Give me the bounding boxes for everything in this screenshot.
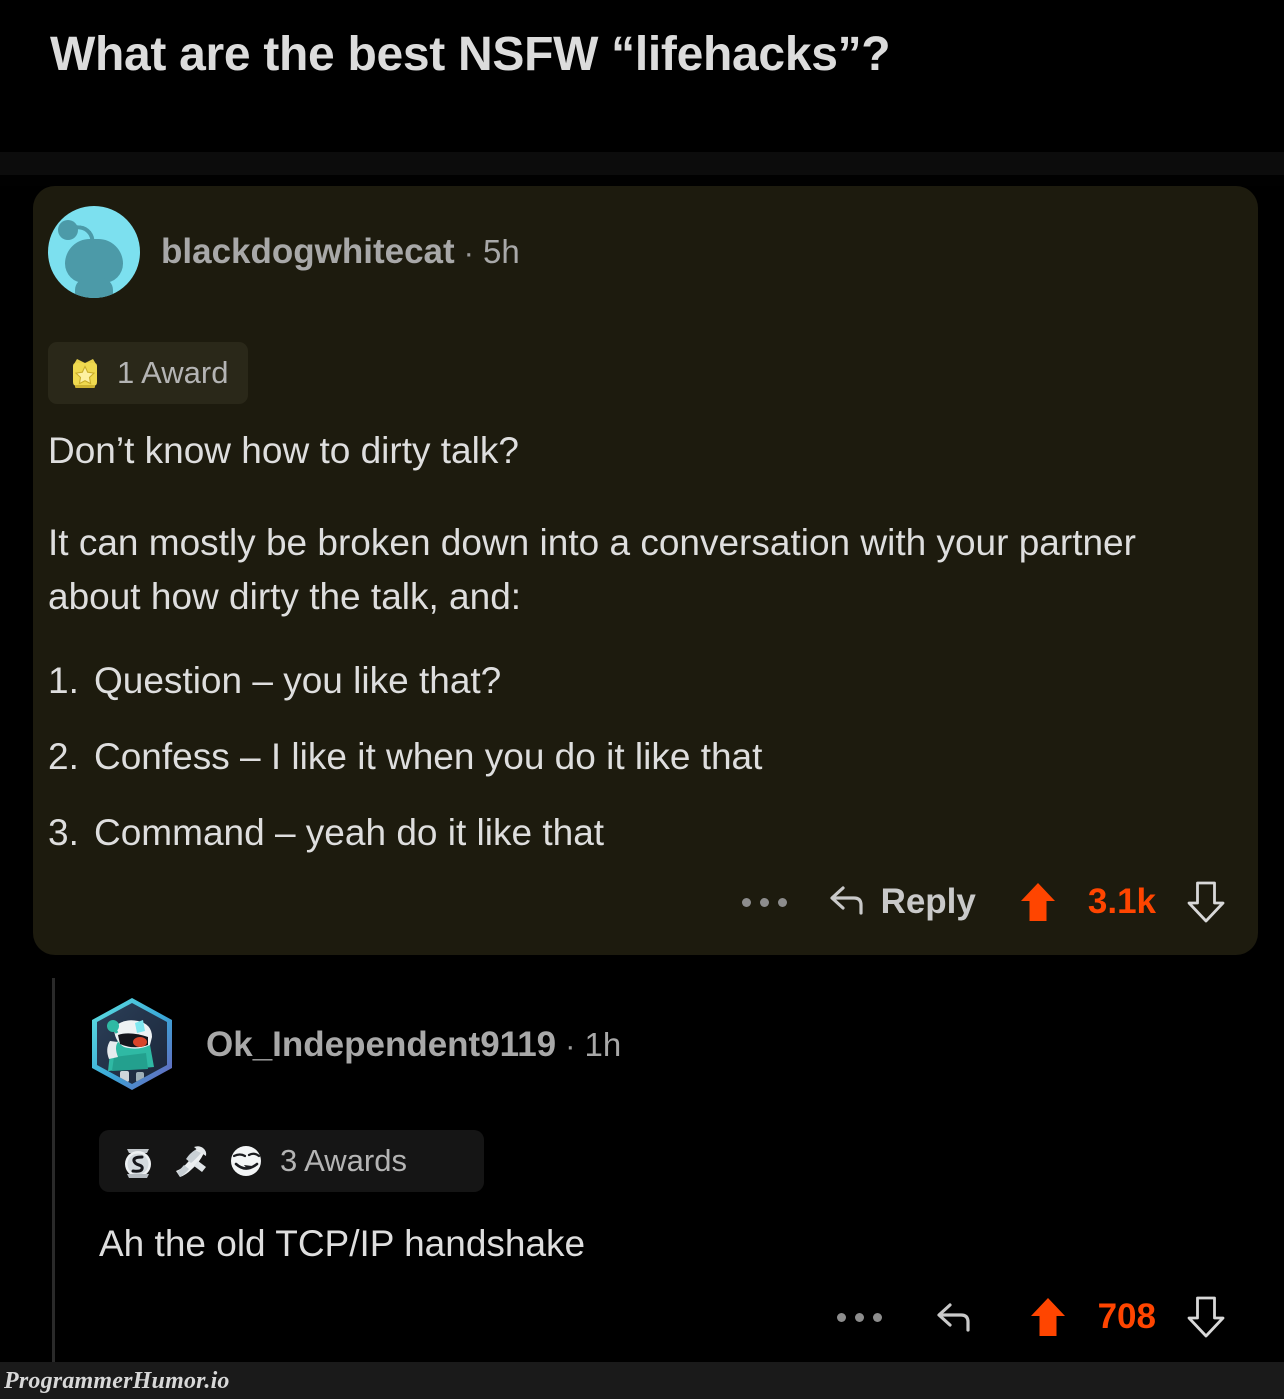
vote-score: 3.1k [1087, 882, 1156, 921]
reply-button[interactable]: Reply [809, 872, 994, 932]
list-item-number: 3. [48, 812, 79, 853]
reply-action-bar: 708 [815, 1287, 1238, 1347]
reply-timestamp: 1h [584, 1026, 622, 1063]
snoo-body-icon [75, 278, 113, 298]
list-item-number: 2. [48, 736, 79, 777]
comment-ordered-list: 1. Question – you like that? 2. Confess … [48, 654, 1198, 882]
list-item: 3. Command – yeah do it like that [48, 806, 1198, 860]
comment-paragraph-1: Don’t know how to dirty talk? [48, 430, 519, 471]
reply-awards-count-label: 3 Awards [280, 1143, 407, 1178]
reddit-snoo-avatar[interactable] [48, 206, 140, 298]
list-item-text: Confess – I like it when you do it like … [94, 736, 763, 777]
reply-arrow-icon [827, 883, 867, 922]
downvote-arrow-icon[interactable] [1174, 872, 1238, 932]
gold-star-crown-award-icon [66, 354, 104, 392]
meta-separator: · [463, 235, 474, 270]
reply-body-text: Ah the old TCP/IP handshake [99, 1223, 586, 1264]
reply-awards-badge[interactable]: 3 Awards [99, 1130, 484, 1192]
comment-author-row[interactable]: blackdogwhitecat · 5h [48, 206, 520, 298]
list-item-text: Question – you like that? [94, 660, 502, 701]
list-item-text: Command – yeah do it like that [94, 812, 605, 853]
snoo-head-icon [65, 239, 123, 283]
reply-author-row[interactable]: Ok_Independent9119 · 1h [80, 990, 1260, 1100]
silver-coin-award-icon [118, 1141, 158, 1181]
comment-timestamp: 5h [483, 233, 520, 270]
title-divider [0, 152, 1284, 175]
comment-author-name[interactable]: blackdogwhitecat [161, 232, 455, 272]
content-gap [0, 175, 1284, 186]
awards-badge[interactable]: 1 Award [48, 342, 249, 404]
list-item-number: 1. [48, 660, 79, 701]
vote-group: 708 [1004, 1287, 1238, 1347]
list-item: 1. Question – you like that? [48, 654, 1198, 708]
reply-button-label: Reply [880, 882, 976, 921]
upvote-arrow-icon[interactable] [1016, 1287, 1080, 1347]
vote-score: 708 [1097, 1297, 1156, 1336]
awards-count-label: 1 Award [117, 355, 229, 390]
kebab-more-icon[interactable] [815, 1301, 904, 1334]
top-comment-card: blackdogwhitecat · 5h 1 Award Don’t know… [33, 186, 1258, 955]
list-item: 2. Confess – I like it when you do it li… [48, 730, 1198, 784]
hexagon-nft-robot-avatar[interactable] [80, 993, 184, 1097]
reply-author-name[interactable]: Ok_Independent9119 [206, 1025, 556, 1065]
handshake-award-icon [172, 1141, 212, 1181]
reply-meta-separator: · [565, 1028, 576, 1063]
reply-comment: Ok_Independent9119 · 1h 3 Awards Ah the … [80, 990, 1260, 1338]
vote-group: 3.1k [994, 872, 1238, 932]
upvote-arrow-icon[interactable] [1006, 872, 1070, 932]
kebab-more-icon[interactable] [720, 886, 809, 919]
page-title: What are the best NSFW “lifehacks”? [50, 28, 891, 81]
comment-paragraph-2: It can mostly be broken down into a conv… [48, 522, 1136, 617]
reply-arrow-icon[interactable] [904, 1292, 1004, 1342]
post-title-bar: What are the best NSFW “lifehacks”? [0, 0, 1284, 152]
comment-action-bar: Reply 3.1k [720, 872, 1238, 932]
thread-collapse-line[interactable] [52, 978, 55, 1374]
smiling-face-award-icon [226, 1141, 266, 1181]
watermark: ProgrammerHumor.io [4, 1368, 230, 1394]
downvote-arrow-icon[interactable] [1174, 1287, 1238, 1347]
